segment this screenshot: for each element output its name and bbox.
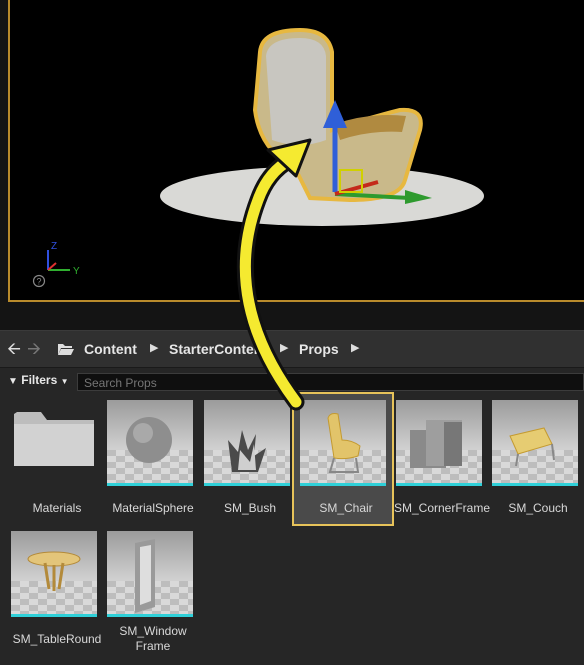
left-arrow-icon[interactable]: 🡨: [4, 339, 24, 359]
axis-indicator: Z Y: [47, 241, 80, 277]
chair-icon: [327, 413, 361, 473]
breadcrumb-chevron-icon[interactable]: ▶: [150, 341, 158, 354]
right-arrow-icon[interactable]: 🡪: [24, 339, 44, 359]
table-icon: [27, 551, 81, 591]
asset-label-line-1: SM_Window: [119, 624, 187, 638]
svg-text:?: ?: [37, 277, 42, 287]
chevron-down-icon: ▼: [60, 377, 69, 386]
viewport-canvas[interactable]: Z Y ?: [8, 0, 584, 302]
corner-frame-icon: [410, 420, 462, 468]
breadcrumb-startercontent[interactable]: StarterContent: [169, 341, 265, 357]
filters-label: Filters: [21, 373, 58, 387]
asset-thumbnail: [492, 400, 578, 486]
breadcrumb-chevron-icon[interactable]: ▶: [351, 341, 359, 354]
viewport-scene: Z Y ?: [32, 27, 484, 288]
sphere-icon: [126, 417, 172, 463]
folder-icon: [14, 412, 94, 466]
breadcrumb-content[interactable]: Content: [84, 341, 137, 357]
asset-thumbnail: [107, 531, 193, 617]
window-frame-icon: [135, 539, 155, 613]
asset-thumbnail: [396, 400, 482, 486]
couch-icon: [509, 427, 555, 467]
filter-icon: ▼: [8, 376, 18, 387]
help-icon[interactable]: ?: [32, 274, 46, 288]
asset-label-line-2: Frame: [135, 639, 171, 653]
level-viewport[interactable]: Z Y ?: [0, 0, 584, 330]
axis-y-label: Y: [73, 266, 80, 277]
asset-label: MaterialSphere: [112, 501, 194, 515]
search-input[interactable]: [77, 373, 584, 391]
filters-button[interactable]: ▼ Filters ▼: [8, 373, 69, 391]
asset-thumbnail: [300, 400, 386, 486]
asset-thumbnail: [11, 531, 97, 617]
axis-z-label: Z: [51, 241, 57, 252]
asset-label: SM_Couch: [508, 501, 568, 515]
breadcrumb-props[interactable]: Props: [299, 341, 339, 357]
asset-tile-materials[interactable]: Materials: [11, 400, 103, 515]
asset-thumbnail: [107, 400, 193, 486]
folder-open-icon: [58, 344, 74, 355]
asset-thumbnail: [204, 400, 290, 486]
bush-icon: [228, 430, 266, 472]
breadcrumb-chevron-icon[interactable]: ▶: [280, 341, 288, 354]
path-bar: 🡨 🡪 Content ▶ StarterContent ▶ Props ▶: [0, 330, 584, 368]
